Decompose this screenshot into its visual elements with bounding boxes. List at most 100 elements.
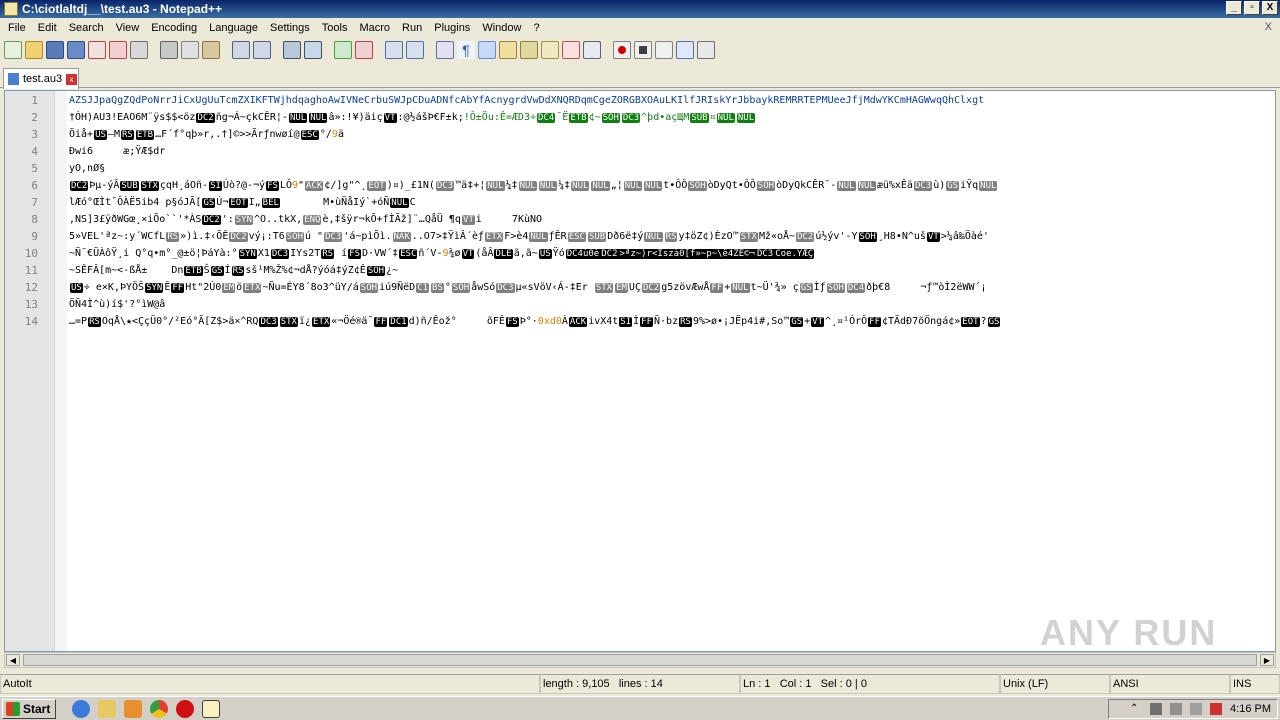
line-number: 1 [31, 94, 38, 107]
sync-vertical-icon[interactable] [385, 41, 403, 59]
paste-icon[interactable] [202, 41, 220, 59]
security-icon[interactable] [1210, 703, 1223, 715]
monitoring-icon[interactable] [583, 41, 601, 59]
menu-run[interactable]: Run [396, 22, 428, 34]
find-icon[interactable] [283, 41, 301, 59]
network-icon[interactable] [1170, 703, 1183, 715]
tray-expand-icon[interactable]: ⌃ [1130, 703, 1142, 715]
function-list-icon[interactable] [541, 41, 559, 59]
play-macro-icon[interactable] [655, 41, 673, 59]
flag-icon[interactable] [1150, 703, 1163, 715]
code-text: Õiå+ [69, 129, 94, 140]
start-label: Start [23, 701, 51, 716]
print-icon[interactable] [130, 41, 148, 59]
close-button[interactable]: X [1262, 1, 1278, 15]
opera-icon[interactable] [176, 699, 194, 718]
open-file-icon[interactable] [25, 41, 43, 59]
menu-help[interactable]: ? [527, 22, 545, 34]
maximize-button[interactable]: ▫ [1244, 1, 1260, 15]
cut-icon[interactable] [160, 41, 178, 59]
scroll-left-icon[interactable]: ◀ [6, 654, 20, 666]
undo-icon[interactable] [232, 41, 250, 59]
menu-macro[interactable]: Macro [353, 22, 396, 34]
line-number-gutter: 1 2 3 4 5 6 7 8 9 10 11 12 13 14 [5, 91, 55, 651]
save-all-icon[interactable] [67, 41, 85, 59]
line-number: 5 [31, 162, 38, 175]
zoom-out-icon[interactable] [355, 41, 373, 59]
system-tray: ⌃ 4:16 PM [1108, 699, 1278, 719]
tab-test-au3[interactable]: test.au3 x [3, 68, 79, 89]
status-encoding[interactable]: ANSI [1110, 674, 1230, 694]
menu-file[interactable]: File [2, 22, 32, 34]
menu-edit[interactable]: Edit [32, 22, 63, 34]
line-number: 8 [31, 213, 38, 226]
menu-bar: File Edit Search View Encoding Language … [0, 18, 1280, 38]
indent-guide-icon[interactable] [478, 41, 496, 59]
menu-language[interactable]: Language [203, 22, 264, 34]
anyrun-watermark: ANY RUN [1040, 612, 1218, 653]
menu-encoding[interactable]: Encoding [145, 22, 203, 34]
run-macro-multiple-icon[interactable] [676, 41, 694, 59]
explorer-icon[interactable] [98, 699, 116, 718]
close-document-button[interactable]: X [1265, 21, 1272, 33]
save-macro-icon[interactable] [697, 41, 715, 59]
status-col: Col : 1 [779, 678, 812, 690]
code-line-3: Õiå+ US —M RS ETB …F´f°qþ»r,.†]©>>Ãrƒnwøí@ ESC… [69, 129, 344, 140]
sync-horizontal-icon[interactable] [406, 41, 424, 59]
doc-map-icon[interactable] [520, 41, 538, 59]
scroll-right-icon[interactable]: ▶ [1260, 654, 1274, 666]
horizontal-scrollbar[interactable]: ◀ ▶ [4, 652, 1276, 668]
line-number: 11 [24, 264, 38, 277]
close-all-icon[interactable] [109, 41, 127, 59]
menu-view[interactable]: View [110, 22, 146, 34]
ie-icon[interactable] [72, 699, 90, 718]
code-text: lÆó°ŒÌt¯ÔÀË5ib4 p§óJÃ[ [69, 197, 202, 208]
replace-icon[interactable] [304, 41, 322, 59]
volume-icon[interactable] [1190, 703, 1203, 715]
udl-icon[interactable] [499, 41, 517, 59]
code-line-2: †ÓH)AU3!EAO6M¨ÿs$$<öz DC2 ñg¬Á~çkCÊR¦- NUL N… [69, 112, 756, 123]
redo-icon[interactable] [253, 41, 271, 59]
zoom-in-icon[interactable] [334, 41, 352, 59]
copy-icon[interactable] [181, 41, 199, 59]
code-text: 5»VEL'ªz~:y´WCfL [69, 231, 166, 242]
save-icon[interactable] [46, 41, 64, 59]
scroll-thumb[interactable] [23, 654, 1257, 666]
close-file-icon[interactable] [88, 41, 106, 59]
menu-window[interactable]: Window [476, 22, 527, 34]
code-line-9: 5»VEL'ªz~:y´WCfL RS »)ì.‡‹ÕÊ DC2 vý¡:T6 SOH ú … [69, 231, 989, 242]
tab-bar: test.au3 x [0, 64, 1280, 89]
menu-tools[interactable]: Tools [316, 22, 354, 34]
clock[interactable]: 4:16 PM [1230, 703, 1271, 715]
start-button[interactable]: Start [2, 698, 56, 719]
tab-label: test.au3 [23, 73, 63, 85]
word-wrap-icon[interactable] [436, 41, 454, 59]
code-line-8: ,NS]3£ÿðWGœ¸×iÕo``'*ÀS DC2 ': SYN ^O..tkX, EN… [69, 214, 543, 225]
title-bar: C:\ciotlaltdj__\test.au3 - Notepad++ _ ▫… [0, 0, 1280, 18]
code-text: …=P [69, 316, 88, 327]
menu-settings[interactable]: Settings [264, 22, 316, 34]
status-position: Ln : 1 Col : 1 Sel : 0 | 0 [740, 674, 1000, 694]
media-player-icon[interactable] [124, 699, 142, 718]
code-line-10: ~Ñ¯€ÜÀôŸ¸i Q°q•m°_@±ö¦ÞáYà:° SYN X1 DC3 IYs2… [69, 248, 815, 259]
editor[interactable]: 1 2 3 4 5 6 7 8 9 10 11 12 13 14 AZSJJpa… [4, 90, 1276, 652]
tab-close-icon[interactable]: x [66, 73, 78, 85]
show-all-chars-icon[interactable]: ¶ [457, 41, 475, 59]
stop-macro-icon[interactable] [634, 41, 652, 59]
status-eol[interactable]: Unix (LF) [1000, 674, 1110, 694]
code-line-7: lÆó°ŒÌt¯ÔÀË5ib4 p§óJÃ[GS Ú¬ EOT I„ BEL M•ùÑå… [69, 197, 416, 208]
menu-plugins[interactable]: Plugins [428, 22, 476, 34]
chrome-icon[interactable] [150, 699, 168, 718]
status-sel: Sel : 0 | 0 [820, 678, 867, 690]
line-number: 6 [31, 179, 38, 192]
record-macro-icon[interactable] [613, 41, 631, 59]
folder-workspace-icon[interactable] [562, 41, 580, 59]
line-number: 10 [24, 247, 38, 260]
code-line-4: Ðwi6 æ;ŸÆ$dr [69, 146, 166, 157]
notepadpp-task-icon[interactable] [202, 699, 220, 718]
toolbar: ¶ [0, 38, 1280, 62]
menu-search[interactable]: Search [63, 22, 110, 34]
line-number: 7 [31, 196, 38, 209]
new-file-icon[interactable] [4, 41, 22, 59]
minimize-button[interactable]: _ [1226, 1, 1242, 15]
